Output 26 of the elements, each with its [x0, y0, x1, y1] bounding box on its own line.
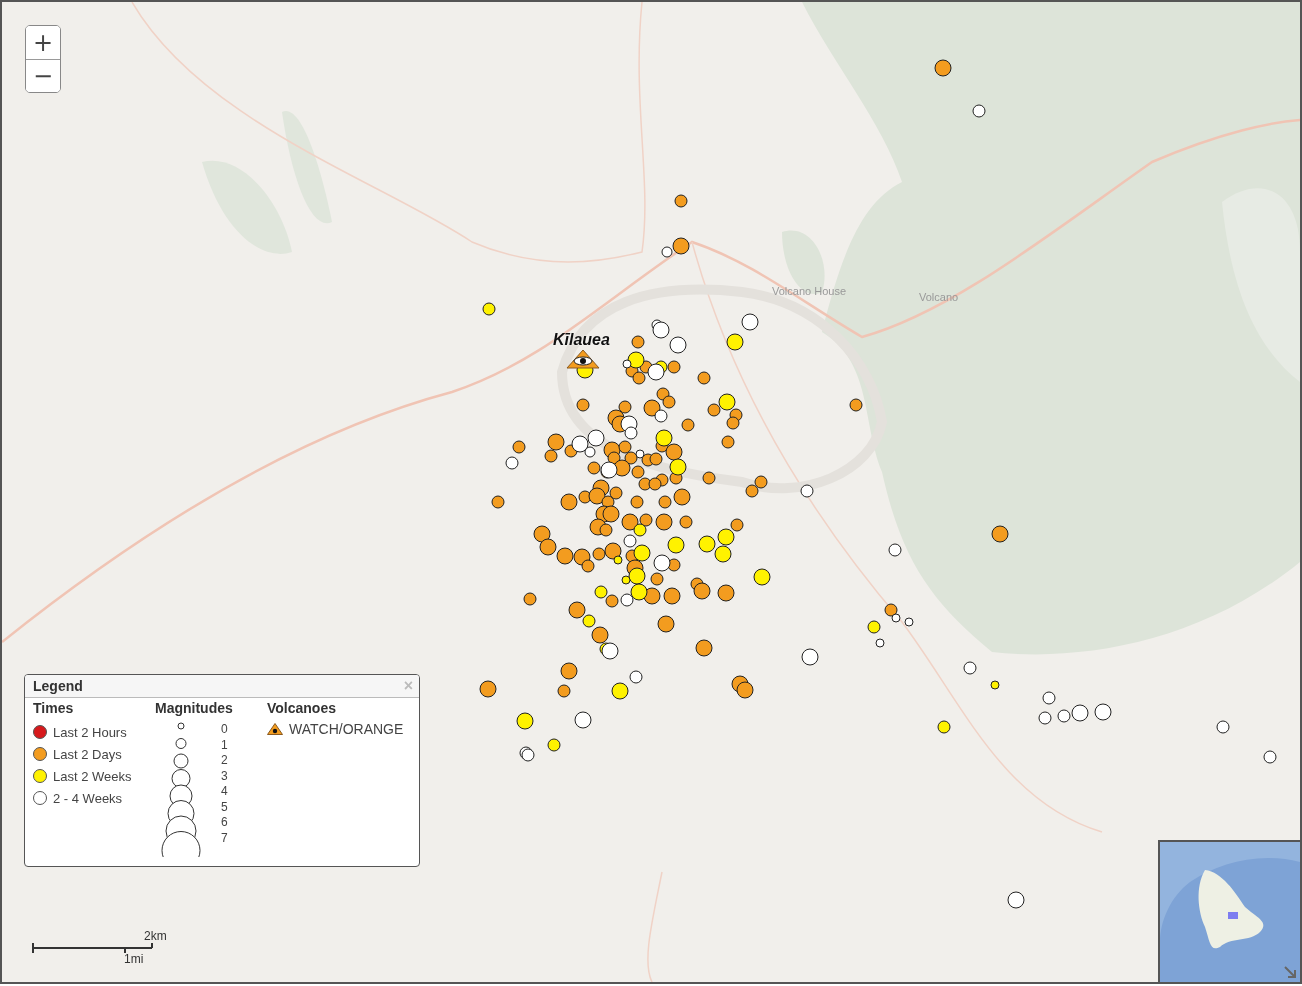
place-label: Volcano House — [772, 285, 846, 297]
magnitude-value: 2 — [221, 753, 228, 769]
time-label: 2 - 4 Weeks — [53, 790, 123, 806]
magnitude-value: 0 — [221, 722, 228, 738]
time-label: Last 2 Days — [53, 746, 122, 762]
legend-title: Legend — [33, 678, 83, 694]
volcano-label: Kīlauea — [553, 332, 610, 348]
scale-imperial-label: 1mi — [124, 952, 144, 966]
volcano-status-label: WATCH/ORANGE — [289, 721, 404, 737]
magnitude-value: 1 — [221, 737, 228, 753]
volcano-eye-icon — [267, 723, 283, 735]
earthquake-marker — [1006, 890, 1026, 910]
zoom-out-button[interactable]: − — [26, 59, 60, 92]
times-heading: Times — [33, 700, 75, 716]
magnitudes-heading: Magnitudes — [155, 700, 234, 716]
scale-metric-label: 2km — [144, 929, 167, 943]
magnitude-value: 5 — [221, 799, 228, 815]
time-label: Last 2 Hours — [53, 724, 127, 740]
magnitude-value: 7 — [221, 830, 228, 846]
magnitude-value: 3 — [221, 768, 228, 784]
volcano-eye-icon[interactable] — [566, 349, 600, 369]
time-label: Last 2 Weeks — [53, 768, 132, 784]
place-label: Volcano — [919, 291, 959, 303]
magnitude-value: 6 — [221, 815, 228, 831]
volcanoes-heading: Volcanoes — [267, 700, 337, 716]
magnitude-value: 4 — [221, 784, 228, 800]
